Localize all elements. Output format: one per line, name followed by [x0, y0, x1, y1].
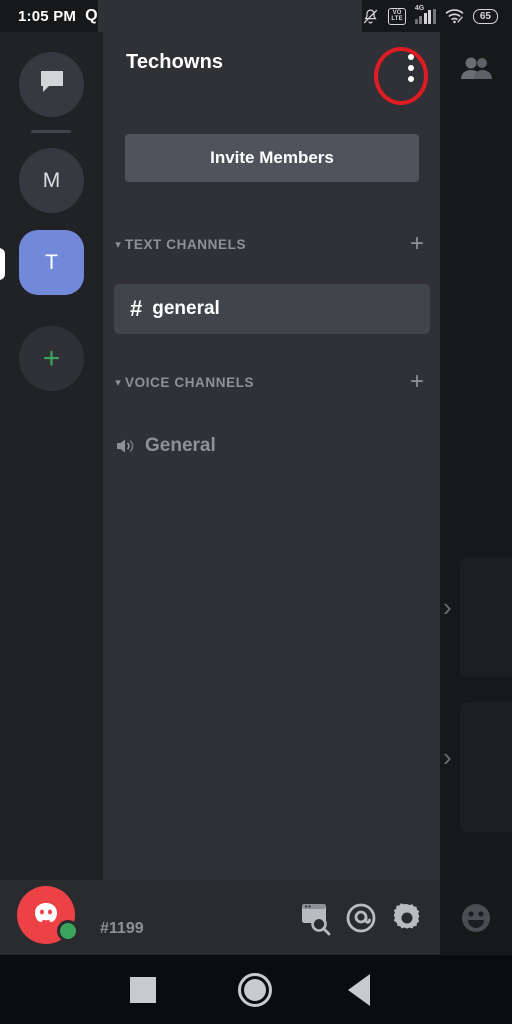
status-time: 1:05 PM — [18, 7, 77, 25]
chat-content-panel[interactable]: › › — [440, 32, 512, 880]
chevron-down-icon: ▾ — [115, 376, 121, 389]
message-card — [460, 557, 512, 677]
chevron-right-icon[interactable]: › — [443, 742, 452, 773]
rail-divider — [31, 130, 71, 133]
sidebar-item-server-t[interactable]: T — [19, 230, 84, 295]
chat-bubble-icon — [37, 68, 67, 102]
back-button[interactable] — [348, 974, 370, 1006]
speaker-icon — [114, 436, 136, 456]
sidebar-item-server-m[interactable]: M — [19, 148, 84, 213]
dot-icon — [408, 65, 414, 71]
circle-icon — [244, 979, 266, 1001]
server-rail: M T + — [0, 32, 103, 880]
user-discriminator: #1199 — [100, 920, 144, 937]
status-bar-right: VO LTE 4G 65 — [362, 0, 512, 32]
text-channels-label: TEXT CHANNELS — [125, 236, 247, 252]
status-badge-online — [57, 920, 79, 942]
selected-server-indicator — [0, 248, 5, 280]
server-m-label: M — [42, 168, 61, 192]
add-text-channel-button[interactable]: + — [410, 232, 424, 256]
voice-channel-general-label: General — [145, 435, 216, 456]
volte-icon: VO LTE — [388, 7, 406, 25]
server-t-label: T — [45, 250, 58, 274]
settings-button[interactable] — [386, 897, 428, 939]
chevron-right-icon[interactable]: › — [443, 592, 452, 623]
signal-4g-icon: 4G — [414, 5, 436, 24]
volte-bottom-text: LTE — [391, 16, 403, 22]
wifi-icon — [445, 8, 464, 24]
android-nav-bar — [0, 955, 512, 1024]
add-voice-channel-button[interactable]: + — [410, 370, 424, 394]
app-badge: Q — [85, 7, 98, 24]
members-icon[interactable] — [457, 54, 497, 84]
dot-icon — [408, 76, 414, 82]
discord-mobile-screen: 1:05 PM Q VO LTE 4G 65 M T + Techowns In… — [0, 0, 512, 1024]
message-card — [460, 702, 512, 832]
status-bar: 1:05 PM Q VO LTE 4G 65 — [0, 0, 512, 32]
battery-icon: 65 — [472, 8, 498, 24]
voice-channels-label: VOICE CHANNELS — [125, 374, 255, 390]
channel-sidebar: Techowns Invite Members ▾ TEXT CHANNELS … — [103, 32, 440, 880]
add-server-button[interactable]: + — [19, 326, 84, 391]
voice-channels-section-header[interactable]: ▾ VOICE CHANNELS + — [103, 369, 440, 395]
status-bar-filler — [97, 0, 363, 32]
guild-header: Techowns — [103, 32, 440, 102]
dot-icon — [408, 54, 414, 60]
overflow-menu-button[interactable] — [390, 47, 432, 89]
invite-members-label: Invite Members — [210, 148, 334, 167]
guild-name: Techowns — [126, 51, 224, 73]
mentions-button[interactable] — [340, 897, 382, 939]
search-button[interactable] — [295, 897, 337, 939]
recents-button[interactable] — [130, 977, 156, 1003]
sidebar-item-channel-general[interactable]: # general — [114, 284, 430, 334]
channel-general-label: general — [152, 298, 220, 319]
plus-icon: + — [42, 341, 61, 375]
text-channels-section-header[interactable]: ▾ TEXT CHANNELS + — [103, 231, 440, 257]
chevron-down-icon: ▾ — [115, 238, 121, 251]
bell-muted-icon — [362, 8, 379, 25]
invite-members-button[interactable]: Invite Members — [125, 134, 419, 182]
sidebar-item-voice-channel-general[interactable]: General — [114, 424, 430, 468]
status-bar-left: 1:05 PM Q — [0, 0, 98, 32]
home-button[interactable] — [238, 973, 272, 1007]
sidebar-item-direct-messages[interactable] — [19, 52, 84, 117]
emoji-button[interactable] — [440, 880, 512, 955]
network-type-label: 4G — [414, 4, 425, 12]
hash-icon: # — [130, 296, 143, 321]
